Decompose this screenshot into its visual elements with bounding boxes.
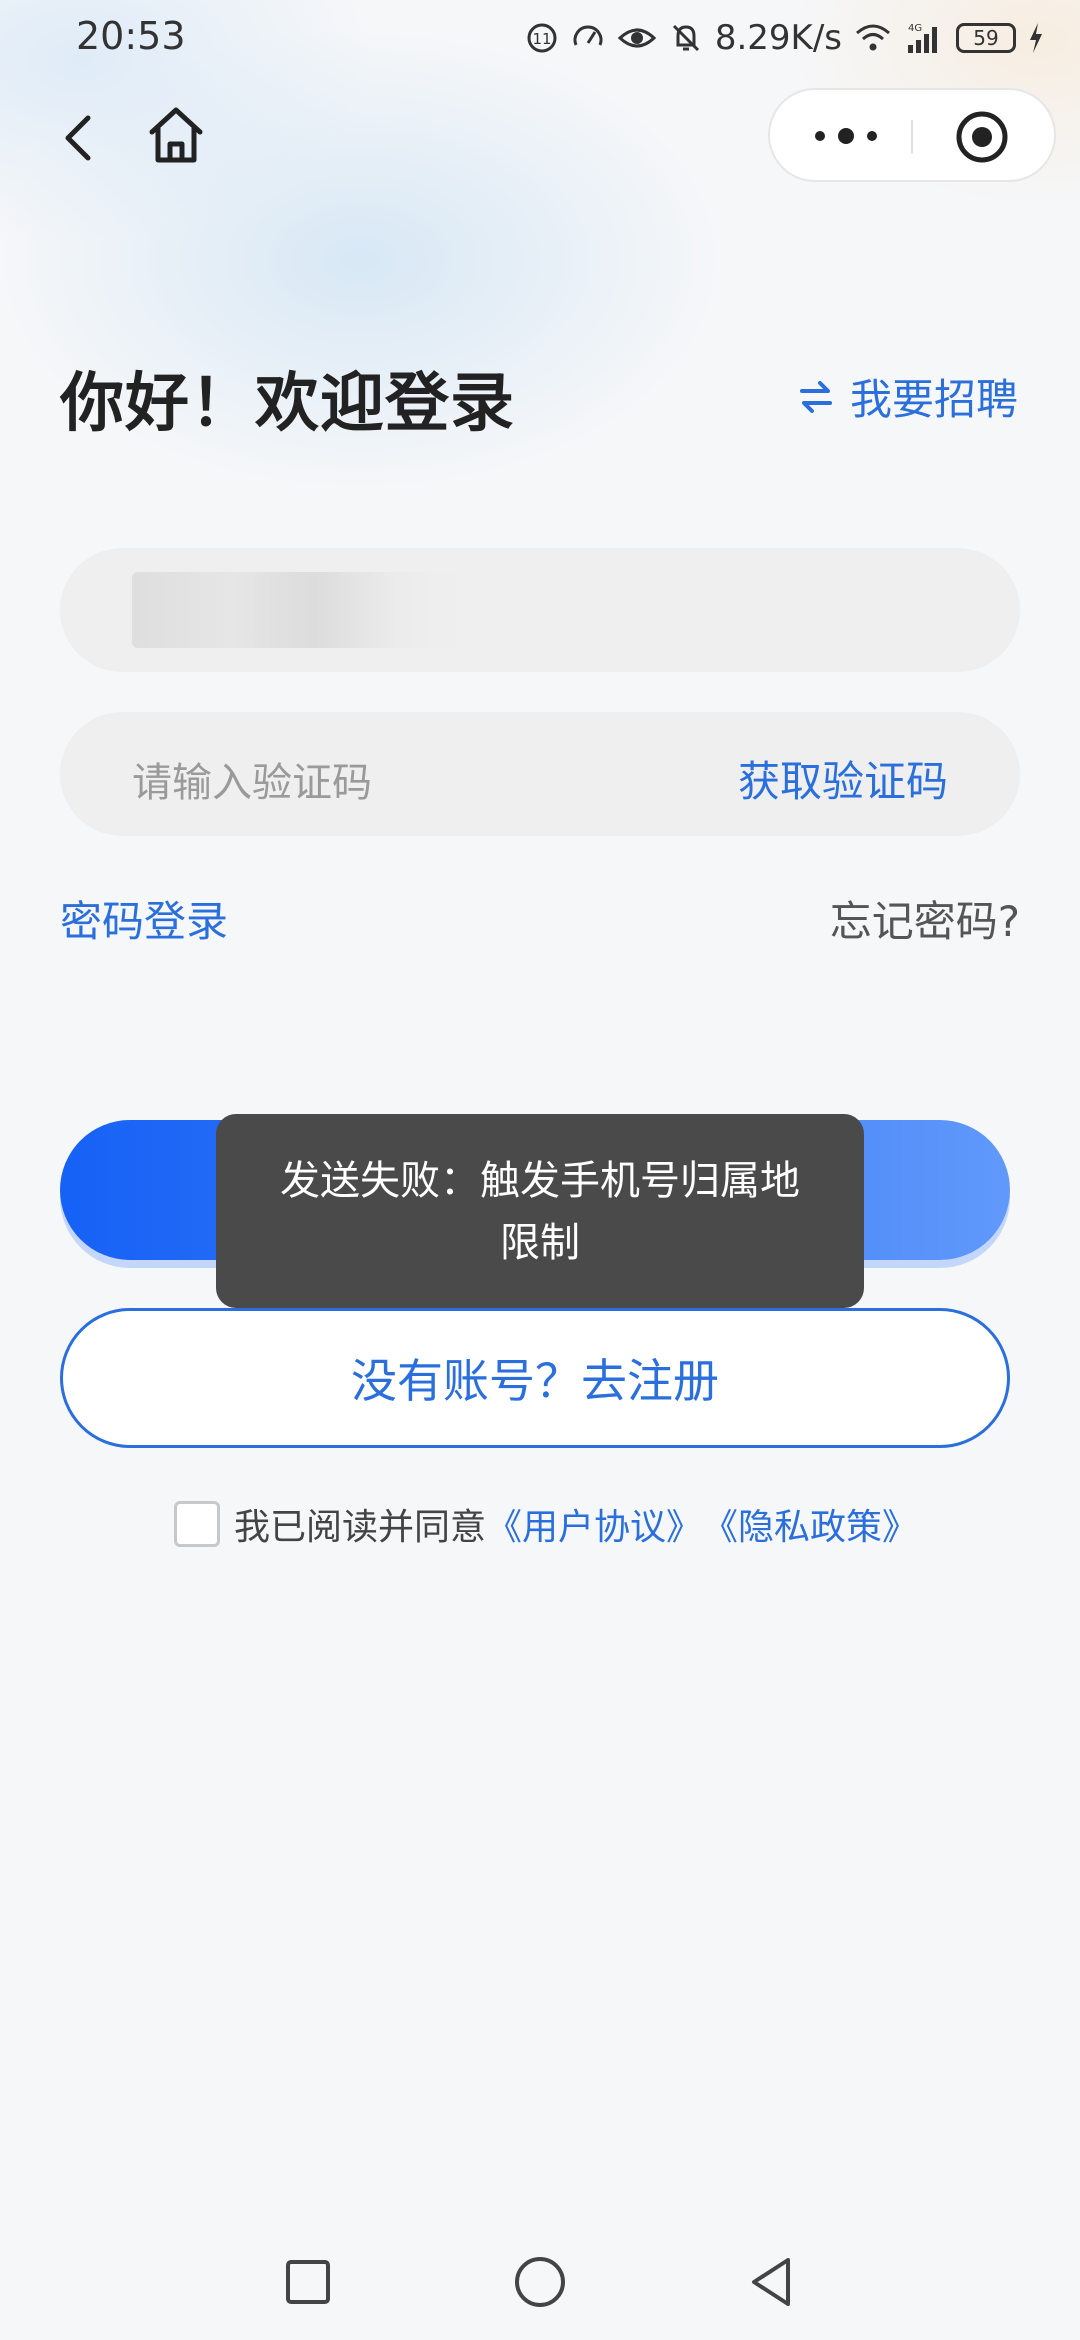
error-toast: 发送失败：触发手机号归属地限制 [216,1114,864,1308]
battery-icon: 59 [956,23,1016,53]
system-nav-bar [0,2240,1080,2320]
password-login-link[interactable]: 密码登录 [60,888,228,949]
user-agreement-link[interactable]: 《用户协议》 [486,1498,702,1550]
status-icons: 11 8.29K/s 4G 59 [525,14,1044,62]
page-title: 你好！欢迎登录 [60,367,515,441]
signal-icon: 4G [908,23,937,53]
svg-text:11: 11 [532,30,551,48]
status-time: 20:53 [76,14,186,58]
back-triangle-icon[interactable] [744,2254,800,2310]
back-arrow-icon[interactable] [52,108,112,168]
code-placeholder: 请输入验证码 [132,760,372,806]
register-button[interactable]: 没有账号？去注册 [60,1308,1010,1448]
battery-level: 59 [973,26,999,50]
agreement-prefix: 我已阅读并同意 [234,1507,487,1548]
net-speed: 8.29K/s [714,18,842,58]
status-bar: 20:53 11 8.29K/s 4G 59 [0,0,1080,76]
network-type: 4G [908,23,922,34]
charging-icon [1030,23,1042,53]
more-dots-icon[interactable] [806,114,886,158]
forgot-password-link[interactable]: 忘记密码? [830,888,1020,949]
agreement-checkbox[interactable] [174,1501,220,1547]
phone-blur-mask [132,572,464,648]
wifi-icon [856,24,890,51]
home-icon[interactable] [146,104,206,168]
switch-arrows-icon [799,380,832,413]
recents-square-icon[interactable] [280,2254,336,2310]
switch-to-recruiter-link[interactable]: 我要招聘 [796,366,1018,427]
phone-input[interactable]: 1 [60,548,1020,672]
privacy-policy-link[interactable]: 《隐私政策》 [702,1498,918,1550]
agreement-row: 我已阅读并同意 《用户协议》 《隐私政策》 [174,1500,918,1548]
verification-code-input[interactable]: 请输入验证码 获取验证码 [60,712,1020,836]
switch-link-label: 我要招聘 [849,375,1018,424]
eye-icon [617,28,657,48]
capsule-divider [911,120,913,154]
get-code-button[interactable]: 获取验证码 [738,748,948,809]
mini-program-capsule [768,88,1056,182]
close-target-icon[interactable] [954,109,1010,165]
mute-bell-icon [672,24,699,52]
speed-meter-icon [573,25,603,46]
data-saver-icon: 11 [527,23,557,53]
home-circle-icon[interactable] [512,2254,568,2310]
